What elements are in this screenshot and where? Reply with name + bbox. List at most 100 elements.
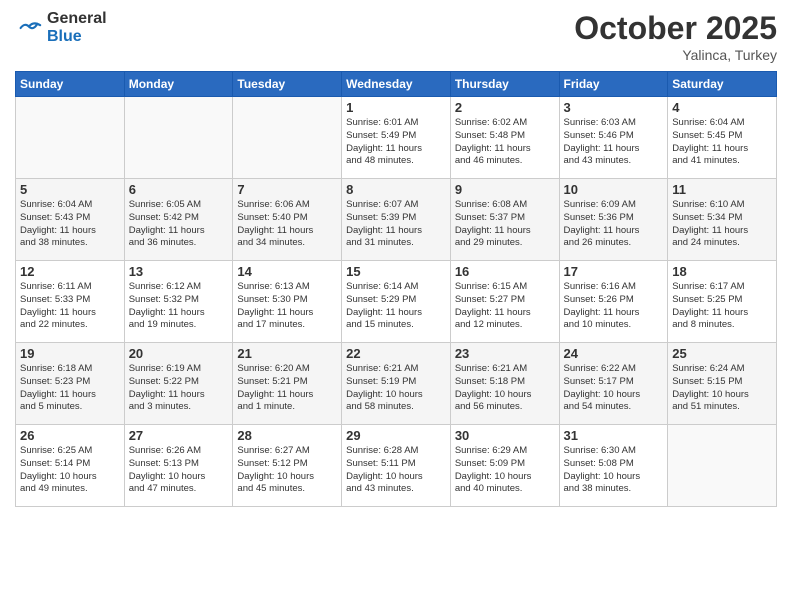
day-info: Sunrise: 6:24 AM Sunset: 5:15 PM Dayligh…: [672, 363, 772, 414]
day-info: Sunrise: 6:15 AM Sunset: 5:27 PM Dayligh…: [455, 281, 555, 332]
day-info: Sunrise: 6:03 AM Sunset: 5:46 PM Dayligh…: [564, 117, 664, 168]
day-number: 11: [672, 182, 772, 197]
day-number: 2: [455, 100, 555, 115]
calendar-cell: 30Sunrise: 6:29 AM Sunset: 5:09 PM Dayli…: [450, 425, 559, 507]
day-number: 1: [346, 100, 446, 115]
day-number: 14: [237, 264, 337, 279]
day-info: Sunrise: 6:28 AM Sunset: 5:11 PM Dayligh…: [346, 445, 446, 496]
weekday-header-wednesday: Wednesday: [342, 72, 451, 97]
calendar-cell: 1Sunrise: 6:01 AM Sunset: 5:49 PM Daylig…: [342, 97, 451, 179]
calendar-cell: 20 Sunrise: 6:19 AM Sunset: 5:22 PM Dayli…: [124, 343, 233, 425]
location-subtitle: Yalinca, Turkey: [574, 47, 777, 63]
day-number: 22: [346, 346, 446, 361]
day-info: Sunrise: 6:04 AM Sunset: 5:43 PM Dayligh…: [20, 199, 120, 250]
day-info: Sunrise: 6:17 AM Sunset: 5:25 PM Dayligh…: [672, 281, 772, 332]
day-info: Sunrise: 6:19 AM Sunset: 5:22 PM Dayligh…: [129, 363, 229, 414]
day-info: Sunrise: 6:25 AM Sunset: 5:14 PM Dayligh…: [20, 445, 120, 496]
day-number: 25: [672, 346, 772, 361]
calendar-cell: 26 Sunrise: 6:25 AM Sunset: 5:14 PM Dayli…: [16, 425, 125, 507]
day-info: Sunrise: 6:02 AM Sunset: 5:48 PM Dayligh…: [455, 117, 555, 168]
day-number: 6: [129, 182, 229, 197]
calendar-cell: 23Sunrise: 6:21 AM Sunset: 5:18 PM Dayli…: [450, 343, 559, 425]
day-number: 30: [455, 428, 555, 443]
weekday-header-sunday: Sunday: [16, 72, 125, 97]
weekday-header-thursday: Thursday: [450, 72, 559, 97]
day-info: Sunrise: 6:14 AM Sunset: 5:29 PM Dayligh…: [346, 281, 446, 332]
day-info: Sunrise: 6:30 AM Sunset: 5:08 PM Dayligh…: [564, 445, 664, 496]
calendar-cell: 7 Sunrise: 6:06 AM Sunset: 5:40 PM Daylig…: [233, 179, 342, 261]
day-number: 7: [237, 182, 337, 197]
day-number: 8: [346, 182, 446, 197]
day-number: 18: [672, 264, 772, 279]
header: General Blue October 2025 Yalinca, Turke…: [15, 10, 777, 63]
calendar-cell: 19 Sunrise: 6:18 AM Sunset: 5:23 PM Dayli…: [16, 343, 125, 425]
weekday-header-tuesday: Tuesday: [233, 72, 342, 97]
day-info: Sunrise: 6:21 AM Sunset: 5:19 PM Dayligh…: [346, 363, 446, 414]
month-title: October 2025: [574, 10, 777, 47]
day-info: Sunrise: 6:13 AM Sunset: 5:30 PM Dayligh…: [237, 281, 337, 332]
day-info: Sunrise: 6:27 AM Sunset: 5:12 PM Dayligh…: [237, 445, 337, 496]
calendar-cell: 14 Sunrise: 6:13 AM Sunset: 5:30 PM Dayli…: [233, 261, 342, 343]
day-info: Sunrise: 6:21 AM Sunset: 5:18 PM Dayligh…: [455, 363, 555, 414]
day-info: Sunrise: 6:22 AM Sunset: 5:17 PM Dayligh…: [564, 363, 664, 414]
day-info: Sunrise: 6:04 AM Sunset: 5:45 PM Dayligh…: [672, 117, 772, 168]
title-block: October 2025 Yalinca, Turkey: [574, 10, 777, 63]
day-number: 5: [20, 182, 120, 197]
calendar-cell: 27 Sunrise: 6:26 AM Sunset: 5:13 PM Dayli…: [124, 425, 233, 507]
day-number: 26: [20, 428, 120, 443]
calendar-cell: 3 Sunrise: 6:03 AM Sunset: 5:46 PM Daylig…: [559, 97, 668, 179]
day-info: Sunrise: 6:20 AM Sunset: 5:21 PM Dayligh…: [237, 363, 337, 414]
calendar-cell: 5 Sunrise: 6:04 AM Sunset: 5:43 PM Daylig…: [16, 179, 125, 261]
day-number: 29: [346, 428, 446, 443]
calendar-cell: 16 Sunrise: 6:15 AM Sunset: 5:27 PM Dayli…: [450, 261, 559, 343]
day-number: 13: [129, 264, 229, 279]
day-info: Sunrise: 6:07 AM Sunset: 5:39 PM Dayligh…: [346, 199, 446, 250]
calendar-header: SundayMondayTuesdayWednesdayThursdayFrid…: [16, 72, 777, 97]
calendar-cell: 10 Sunrise: 6:09 AM Sunset: 5:36 PM Dayli…: [559, 179, 668, 261]
calendar-cell: 25 Sunrise: 6:24 AM Sunset: 5:15 PM Dayli…: [668, 343, 777, 425]
calendar-cell: 15 Sunrise: 6:14 AM Sunset: 5:29 PM Dayli…: [342, 261, 451, 343]
day-number: 19: [20, 346, 120, 361]
calendar-cell: 2 Sunrise: 6:02 AM Sunset: 5:48 PM Daylig…: [450, 97, 559, 179]
day-info: Sunrise: 6:16 AM Sunset: 5:26 PM Dayligh…: [564, 281, 664, 332]
calendar-cell: [668, 425, 777, 507]
day-number: 20: [129, 346, 229, 361]
calendar-cell: 21 Sunrise: 6:20 AM Sunset: 5:21 PM Dayli…: [233, 343, 342, 425]
day-number: 9: [455, 182, 555, 197]
calendar-cell: 28Sunrise: 6:27 AM Sunset: 5:12 PM Dayli…: [233, 425, 342, 507]
weekday-header-friday: Friday: [559, 72, 668, 97]
day-number: 27: [129, 428, 229, 443]
weekday-header-saturday: Saturday: [668, 72, 777, 97]
calendar-cell: 4 Sunrise: 6:04 AM Sunset: 5:45 PM Daylig…: [668, 97, 777, 179]
calendar-cell: 29 Sunrise: 6:28 AM Sunset: 5:11 PM Dayli…: [342, 425, 451, 507]
logo-text: General Blue: [47, 10, 107, 46]
calendar-cell: 13 Sunrise: 6:12 AM Sunset: 5:32 PM Dayli…: [124, 261, 233, 343]
calendar-cell: 22 Sunrise: 6:21 AM Sunset: 5:19 PM Dayli…: [342, 343, 451, 425]
day-number: 21: [237, 346, 337, 361]
day-number: 16: [455, 264, 555, 279]
day-number: 31: [564, 428, 664, 443]
day-info: Sunrise: 6:09 AM Sunset: 5:36 PM Dayligh…: [564, 199, 664, 250]
day-info: Sunrise: 6:26 AM Sunset: 5:13 PM Dayligh…: [129, 445, 229, 496]
day-info: Sunrise: 6:11 AM Sunset: 5:33 PM Dayligh…: [20, 281, 120, 332]
calendar-cell: [233, 97, 342, 179]
calendar-cell: 24Sunrise: 6:22 AM Sunset: 5:17 PM Dayli…: [559, 343, 668, 425]
calendar-cell: 18 Sunrise: 6:17 AM Sunset: 5:25 PM Dayli…: [668, 261, 777, 343]
day-number: 3: [564, 100, 664, 115]
calendar-cell: 17Sunrise: 6:16 AM Sunset: 5:26 PM Dayli…: [559, 261, 668, 343]
calendar-cell: 8 Sunrise: 6:07 AM Sunset: 5:39 PM Daylig…: [342, 179, 451, 261]
day-info: Sunrise: 6:06 AM Sunset: 5:40 PM Dayligh…: [237, 199, 337, 250]
day-info: Sunrise: 6:12 AM Sunset: 5:32 PM Dayligh…: [129, 281, 229, 332]
calendar-cell: 31 Sunrise: 6:30 AM Sunset: 5:08 PM Dayli…: [559, 425, 668, 507]
day-number: 15: [346, 264, 446, 279]
day-number: 10: [564, 182, 664, 197]
day-info: Sunrise: 6:05 AM Sunset: 5:42 PM Dayligh…: [129, 199, 229, 250]
calendar-cell: 6 Sunrise: 6:05 AM Sunset: 5:42 PM Daylig…: [124, 179, 233, 261]
calendar-cell: [124, 97, 233, 179]
calendar-cell: 9Sunrise: 6:08 AM Sunset: 5:37 PM Daylig…: [450, 179, 559, 261]
calendar-cell: 11Sunrise: 6:10 AM Sunset: 5:34 PM Dayli…: [668, 179, 777, 261]
calendar-cell: [16, 97, 125, 179]
logo: General Blue: [15, 10, 107, 46]
day-info: Sunrise: 6:18 AM Sunset: 5:23 PM Dayligh…: [20, 363, 120, 414]
day-number: 4: [672, 100, 772, 115]
